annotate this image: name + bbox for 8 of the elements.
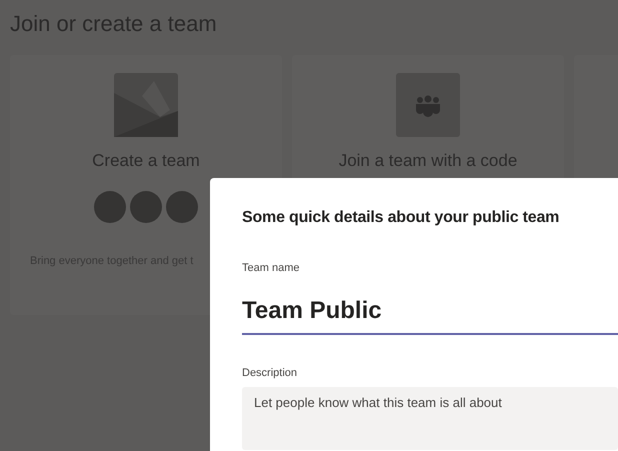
avatar-icon: [130, 190, 162, 222]
avatar-icon: [94, 190, 126, 222]
team-name-field[interactable]: Team Public: [242, 288, 618, 334]
field-label: Description: [242, 366, 298, 380]
avatar-icon: [166, 190, 198, 222]
description-field[interactable]: Let people know what this team is all about: [242, 387, 618, 450]
picture-icon: [114, 73, 178, 137]
people-icon-tile: [396, 73, 460, 137]
